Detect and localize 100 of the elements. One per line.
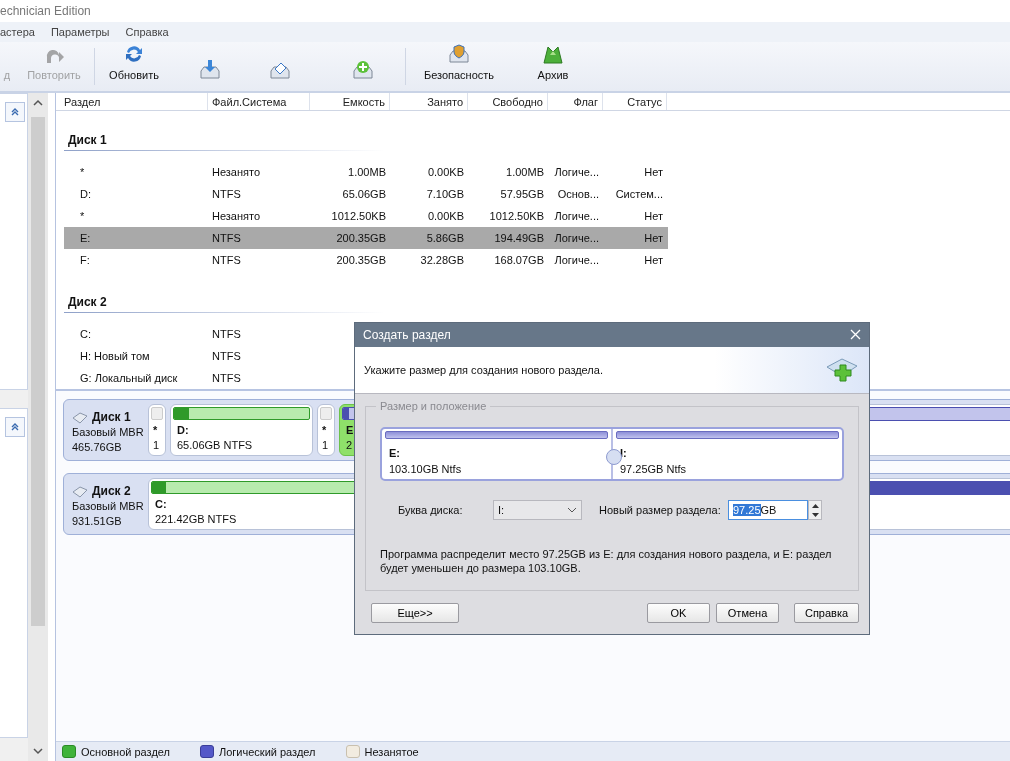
partition-info: 2 (345, 438, 353, 453)
table-row[interactable]: * Незанято 1.00MB 0.00KB 1.00MB Логиче... Нет (64, 161, 668, 183)
dialog-instruction: Укажите размер для создания нового раздела. (364, 364, 603, 376)
table-cell-text: 65.06GB (341, 188, 387, 200)
table-cell-text: * (79, 210, 86, 222)
partition-name: E: (388, 446, 400, 461)
table-cell-text: 1012.50KB (330, 210, 387, 222)
partition-split-bar[interactable]: E: 103.10GB Ntfs I: 97.25GB Ntfs (380, 427, 844, 481)
table-cell-text: G: Локальный диск (79, 372, 179, 384)
table-row[interactable]: E: NTFS 200.35GB 5.86GB 194.49GB Логиче... Нет (64, 227, 668, 249)
table-cell-text: F: (79, 254, 91, 266)
group-title: Размер и положение (376, 400, 491, 412)
table-cell-text: D: (79, 188, 92, 200)
table-row[interactable]: * Незанято 1012.50KB 0.00KB 1012.50KB Логиче... Нет (64, 205, 668, 227)
scroll-down-icon (33, 747, 43, 755)
table-cell-text: 1.00MB (347, 166, 387, 178)
column-header[interactable]: Свободно (468, 93, 548, 110)
window-title: echnician Edition (0, 4, 91, 18)
shield-icon (448, 43, 470, 65)
table-cell-text: NTFS (211, 232, 242, 244)
legend-label: Логический раздел (219, 745, 316, 758)
toolbar-button[interactable]: Архив (520, 42, 586, 91)
column-header[interactable]: Емкость (310, 93, 390, 110)
dialog-button[interactable]: OK (647, 603, 711, 623)
chevron-up-icon (10, 422, 20, 432)
disk-plus-icon (825, 357, 859, 383)
toolbar-button[interactable]: Обновить (103, 42, 165, 91)
legend-swatch (345, 745, 360, 758)
scroll-up-icon (33, 99, 43, 107)
partition-block[interactable]: D: 65.06GB NTFS (170, 404, 313, 456)
partition-block[interactable]: * 1 (317, 404, 335, 456)
menu-item[interactable]: Параметры (42, 26, 118, 38)
partition-name: * (321, 423, 327, 438)
spin-buttons[interactable] (808, 500, 822, 520)
partition-info: 221.42GB NTFS (154, 512, 237, 527)
table-cell-text: 194.49GB (493, 232, 545, 244)
group-title: Диск 1 (64, 129, 384, 151)
disk-type: Базовый MBR (72, 499, 144, 514)
table-cell-text: NTFS (211, 188, 242, 200)
table-cell-text: Систем... (614, 188, 664, 200)
table-cell-text: E: (79, 232, 92, 244)
menu-item[interactable]: Справка (117, 26, 177, 38)
column-header[interactable]: Раздел (60, 93, 208, 110)
disk-type: Базовый MBR (72, 425, 144, 440)
drive-letter-select[interactable]: I: (493, 500, 582, 520)
partition-name: I: (619, 446, 627, 461)
table-cell-text: Основ... (556, 188, 600, 200)
table-cell-text: 168.07GB (493, 254, 545, 266)
table-cell-text: Логиче... (553, 166, 600, 178)
dialog-button[interactable]: Справка (794, 603, 859, 623)
column-header[interactable]: Занято (390, 93, 468, 110)
usage-bar (151, 407, 163, 420)
toolbar-button[interactable]: Безопасность (418, 42, 500, 91)
column-header[interactable]: Флаг (548, 93, 603, 110)
table-cell-text: C: (79, 328, 92, 340)
table-cell-text: 1012.50KB (488, 210, 545, 222)
disk-name: Диск 2 (92, 484, 131, 499)
partition-info: 1 (152, 438, 160, 453)
menu-item[interactable]: астера (0, 26, 43, 38)
partition-info: 1 (321, 438, 329, 453)
download-icon (199, 59, 221, 81)
legend-label: Незанятое (364, 745, 419, 758)
chevron-up-icon (10, 107, 20, 117)
dialog-title: Создать раздел (363, 328, 451, 342)
table-cell-text: 200.35GB (335, 254, 387, 266)
table-row[interactable]: F: NTFS 200.35GB 32.28GB 168.07GB Логиче... Нет (64, 249, 668, 271)
partition-info: 103.10GB Ntfs (388, 462, 462, 477)
plus-icon (352, 59, 374, 81)
table-cell-text: Нет (643, 210, 664, 222)
partition-name: C: (154, 497, 167, 512)
partition-info: 65.06GB NTFS (176, 438, 253, 453)
table-cell-text: 0.00KB (426, 210, 465, 222)
table-cell-text: H: Новый том (79, 350, 151, 362)
column-header[interactable]: Файл.Система (208, 93, 310, 110)
group-title: Диск 2 (64, 291, 384, 313)
size-input[interactable]: 97.25GB (728, 500, 808, 520)
scrollbar[interactable] (28, 93, 48, 761)
partition-block[interactable]: * 1 (148, 404, 166, 456)
table-cell-text: Нет (643, 254, 664, 266)
table-cell-text: Незанято (211, 210, 262, 222)
dialog-button[interactable]: Еще>> (371, 603, 459, 623)
resize-handle[interactable] (606, 449, 622, 465)
table-cell-text: Логиче... (553, 254, 600, 266)
column-header[interactable]: Статус (603, 93, 667, 110)
table-row[interactable]: D: NTFS 65.06GB 7.10GB 57.95GB Основ... Систем... (64, 183, 668, 205)
collapse-button[interactable] (5, 417, 25, 437)
partition-info: 97.25GB Ntfs (619, 462, 687, 477)
table-cell-text: NTFS (211, 372, 242, 384)
table-cell-text: Логиче... (553, 210, 600, 222)
partition-name: D: (176, 423, 189, 438)
info-text: Программа распределит место 97.25GB из E: для создания нового раздела, и E: раздел будет уменьшен до размера 103.10GB. (380, 547, 833, 575)
table-cell-text: Логиче... (553, 232, 600, 244)
disk-name: Диск 1 (92, 410, 131, 425)
partition-name: * (152, 423, 158, 438)
collapse-button[interactable] (5, 102, 25, 122)
legend-label: Основной раздел (81, 745, 170, 758)
table-cell-text: NTFS (211, 350, 242, 362)
table-cell-text: 200.35GB (335, 232, 387, 244)
table-cell-text: * (79, 166, 86, 178)
dialog-button[interactable]: Отмена (716, 603, 780, 623)
